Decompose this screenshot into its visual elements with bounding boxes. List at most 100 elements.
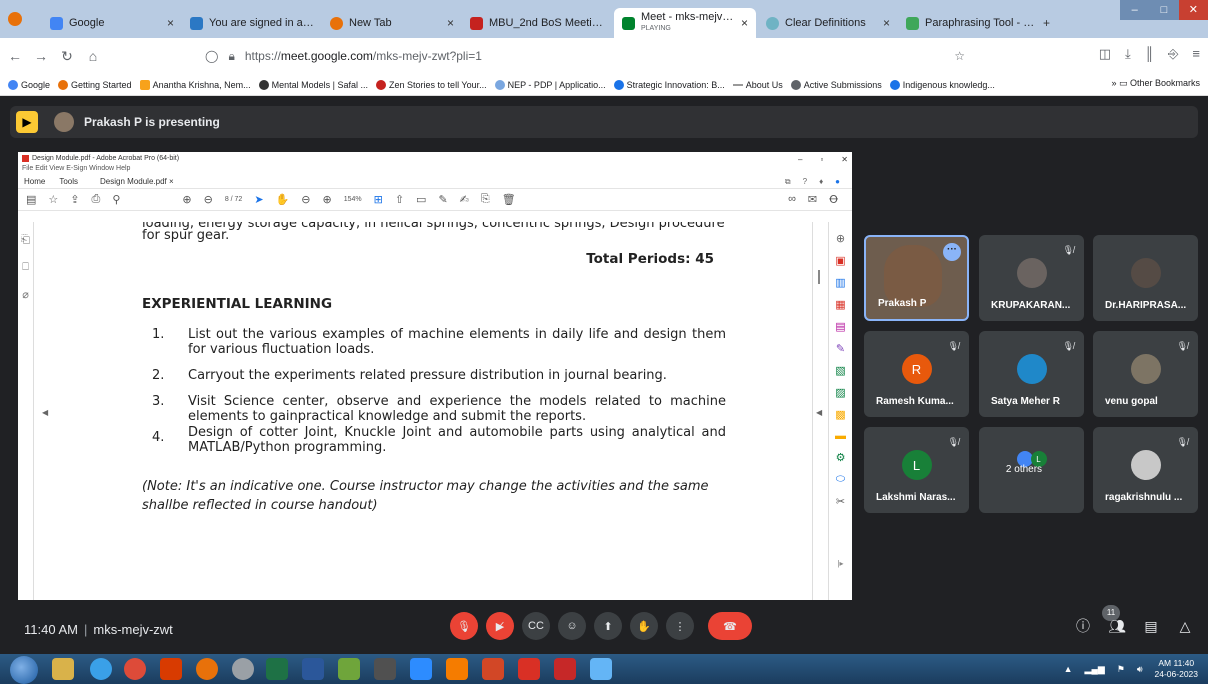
participant-tile[interactable]: 🎙︎̸ Satya Meher R — [979, 331, 1084, 417]
scan-icon[interactable]: ▧ — [835, 364, 845, 377]
zoom-out-icon[interactable]: ⊖ — [301, 193, 310, 206]
maximize-icon[interactable]: □ — [1149, 0, 1179, 20]
bookmark-active-submissions[interactable]: Active Submissions — [790, 79, 882, 90]
volume-icon[interactable]: 🔊︎ — [1137, 664, 1143, 675]
tab-meet[interactable]: Meet - mks-mejv-zwt PLAYING × — [614, 8, 756, 38]
zoom-level[interactable]: 154% — [344, 196, 362, 203]
profile-icon[interactable]: ● — [835, 177, 840, 187]
forward-icon[interactable]: → — [30, 48, 52, 64]
pocket-icon[interactable]: ◫ — [1099, 46, 1111, 62]
bookmark-zen-stories[interactable]: Zen Stories to tell Your... — [376, 79, 487, 90]
mail-icon[interactable]: ✉ — [808, 193, 817, 206]
tab-google[interactable]: Google × — [42, 8, 182, 38]
sign-icon[interactable]: ✍ — [460, 193, 469, 206]
bookmark-getting-started[interactable]: Getting Started — [58, 79, 132, 90]
tab-new-tab[interactable]: New Tab × — [322, 8, 462, 38]
participant-tile[interactable]: 🎙︎̸ ragakrishnulu ... — [1093, 427, 1198, 513]
tab-home[interactable]: Home — [24, 177, 45, 186]
leave-call-button[interactable]: ☎ — [708, 612, 752, 640]
tab-tools[interactable]: Tools — [59, 177, 78, 186]
accessibility-icon[interactable]: Ꝋ — [829, 193, 838, 206]
raise-hand-button[interactable]: ✋ — [630, 612, 658, 640]
page-up-icon[interactable]: ⊕ — [182, 193, 191, 206]
bookmark-icon[interactable]: ⎕ — [22, 261, 29, 274]
chrome-icon[interactable] — [124, 658, 146, 680]
participant-tile[interactable]: 🎙︎̸ KRUPAKARAN... — [979, 235, 1084, 321]
zoom-in-icon[interactable]: ⊕ — [322, 193, 331, 206]
upload-icon[interactable]: ⇪ — [70, 193, 79, 206]
minimize-icon[interactable]: – — [798, 155, 802, 164]
present-button[interactable]: ⬆ — [594, 612, 622, 640]
people-icon[interactable]: 👥︎ — [1108, 618, 1126, 635]
bookmark-star-icon[interactable]: ☆ — [954, 49, 965, 63]
emoji-button[interactable]: ☺ — [558, 612, 586, 640]
search-icon[interactable]: ⚲ — [112, 193, 120, 206]
captions-button[interactable]: CC — [522, 612, 550, 640]
organize-pages-icon[interactable]: ▦ — [835, 298, 845, 311]
bookmark-about-us[interactable]: About Us — [732, 80, 783, 90]
hand-icon[interactable]: ✋ — [276, 193, 290, 206]
more-options-icon[interactable]: ··· — [943, 243, 961, 261]
select-cursor-icon[interactable]: ➤ — [254, 193, 263, 206]
new-tab-button[interactable]: + — [1043, 16, 1050, 30]
vlc-icon[interactable] — [446, 658, 468, 680]
page-indicator[interactable]: 8 / 72 — [225, 196, 243, 203]
powerpoint-icon[interactable] — [482, 658, 504, 680]
lock-icon[interactable]: 🔒︎ — [228, 49, 234, 64]
scroll-mode-icon[interactable]: ⇧ — [395, 193, 404, 206]
excel-icon[interactable] — [266, 658, 288, 680]
file-explorer-icon[interactable] — [52, 658, 74, 680]
publisher-icon[interactable] — [374, 658, 396, 680]
more-options-button[interactable]: ⋮ — [666, 612, 694, 640]
show-hidden-icons[interactable]: ▲ — [1064, 664, 1073, 674]
fill-sign-icon[interactable]: ⬭ — [836, 473, 845, 486]
vertical-scrollbar[interactable]: ◀ — [812, 222, 826, 600]
expand-rail-icon[interactable]: |▸ — [837, 559, 843, 568]
word-icon[interactable] — [302, 658, 324, 680]
participant-tile[interactable]: 🎙︎̸ R Ramesh Kuma... — [864, 331, 969, 417]
chat-icon[interactable]: ▤ — [1142, 618, 1160, 635]
participant-tile[interactable]: 🎙︎̸ venu gopal — [1093, 331, 1198, 417]
activities-icon[interactable]: △ — [1176, 618, 1194, 635]
library-icon[interactable]: ║ — [1145, 46, 1154, 62]
participant-tile[interactable]: Dr.HARIPRASA... — [1093, 235, 1198, 321]
reload-icon[interactable]: ↻ — [56, 48, 78, 65]
home-icon[interactable]: ⌂ — [82, 48, 104, 64]
collapse-right-icon[interactable]: ◀ — [816, 408, 822, 417]
firefox-icon[interactable] — [196, 658, 218, 680]
pen-tool-icon[interactable] — [554, 658, 576, 680]
help-icon[interactable]: ? — [803, 177, 807, 187]
edit-pdf-icon[interactable]: ✎ — [836, 342, 845, 355]
maximize-icon[interactable]: ▫ — [820, 155, 823, 164]
url-bar[interactable]: ◯ 🔒︎ https:// meet.google.com /mks-mejv-… — [205, 44, 965, 68]
clock[interactable]: AM 11:40 24-06-2023 — [1155, 658, 1198, 680]
export-pdf-icon[interactable]: ▤ — [835, 320, 845, 333]
zoom-icon[interactable] — [410, 658, 432, 680]
participant-tile[interactable]: ··· Prakash P — [864, 235, 969, 321]
other-bookmarks[interactable]: » ▭ Other Bookmarks — [1111, 78, 1200, 89]
attachment-icon[interactable]: ⌀ — [22, 288, 29, 301]
highlight-icon[interactable]: ✎ — [438, 193, 447, 206]
close-window-icon[interactable]: ✕ — [1178, 0, 1208, 20]
start-button[interactable] — [10, 656, 38, 684]
fit-page-icon[interactable]: ⊞ — [374, 193, 383, 206]
bookmark-google[interactable]: Google — [8, 79, 50, 90]
flag-icon[interactable]: ⚑ — [1117, 664, 1125, 675]
shield-icon[interactable]: ◯ — [205, 49, 218, 63]
prepare-form-icon[interactable]: ▩ — [835, 408, 845, 421]
pages-icon[interactable]: ⎗ — [21, 234, 30, 247]
bookmark-indigenous[interactable]: Indigenous knowledg... — [889, 79, 995, 90]
acrobat-menu-bar[interactable]: File Edit View E-Sign Window Help — [18, 165, 852, 175]
protect-icon[interactable]: ⚙ — [836, 451, 846, 464]
delete-icon[interactable]: 🗑︎ — [502, 193, 516, 206]
participant-tile[interactable]: L 2 others — [979, 427, 1084, 513]
tab-signed-in[interactable]: You are signed in as svec × — [182, 8, 322, 38]
menu-icon[interactable]: ≡ — [1192, 46, 1200, 62]
close-icon[interactable]: ✕ — [841, 155, 848, 164]
camera-off-button[interactable]: ▶̸ — [486, 612, 514, 640]
firefox-icon[interactable] — [8, 12, 22, 26]
internet-explorer-icon[interactable] — [90, 658, 112, 680]
paint-icon[interactable] — [338, 658, 360, 680]
mic-off-button[interactable]: 🎙︎ — [450, 612, 478, 640]
downloads-icon[interactable]: ⤓ — [1125, 46, 1131, 62]
